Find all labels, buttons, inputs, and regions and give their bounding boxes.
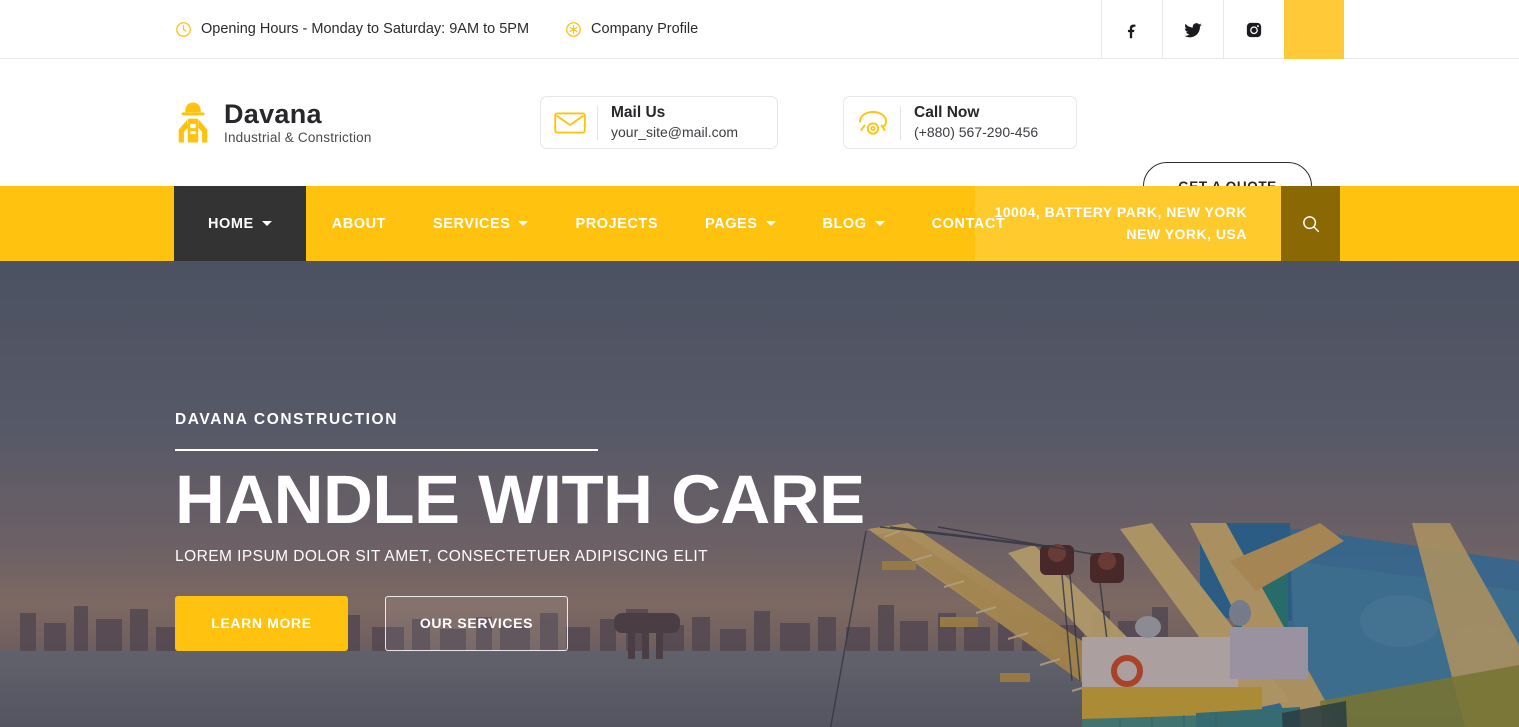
main-navigation: HOME ABOUT SERVICES PROJECTS PAGES BLOG … <box>0 186 1519 261</box>
envelope-glyph <box>554 111 586 134</box>
nav-label: ABOUT <box>331 215 387 232</box>
topbar-accent-block <box>1284 0 1344 59</box>
nav-item-pages[interactable]: PAGES <box>705 186 776 261</box>
divider <box>597 105 598 140</box>
divider <box>900 105 901 140</box>
nav-items: HOME ABOUT SERVICES PROJECTS PAGES BLOG … <box>174 186 1052 261</box>
envelope-icon <box>549 111 591 135</box>
facebook-icon[interactable] <box>1101 0 1162 59</box>
site-header: Davana Industrial & Constriction Mail Us… <box>0 59 1519 210</box>
twitter-icon[interactable] <box>1162 0 1223 59</box>
twitter-glyph <box>1184 22 1202 37</box>
logo-name: Davana <box>224 98 322 129</box>
instagram-glyph <box>1246 22 1262 37</box>
telephone-glyph <box>859 110 887 135</box>
hero-subtitle: LOREM IPSUM DOLOR SIT AMET, CONSECTETUER… <box>175 547 709 565</box>
mail-us-box[interactable]: Mail Us your_site@mail.com <box>540 96 778 149</box>
asterisk-badge-icon <box>566 21 581 37</box>
mail-us-title: Mail Us <box>611 103 666 121</box>
nav-label: PROJECTS <box>575 215 659 232</box>
nav-item-blog[interactable]: BLOG <box>823 186 885 261</box>
our-services-button[interactable]: OUR SERVICES <box>385 595 568 651</box>
company-profile[interactable]: Company Profile <box>565 21 698 38</box>
construction-worker-icon <box>178 102 208 143</box>
hero-divider <box>175 449 598 451</box>
nav-label: HOME <box>208 215 254 232</box>
chevron-down-icon <box>765 221 776 226</box>
top-bar: Opening Hours - Monday to Saturday: 9AM … <box>0 0 1519 59</box>
chevron-down-icon <box>261 221 272 226</box>
mail-us-value: your_site@mail.com <box>611 124 739 141</box>
learn-more-button[interactable]: LEARN MORE <box>175 595 348 651</box>
search-button[interactable] <box>1281 186 1340 261</box>
hero-title: HANDLE WITH CARE <box>175 461 865 538</box>
company-profile-text: Company Profile <box>591 21 699 37</box>
social-links <box>1101 0 1344 59</box>
facebook-glyph <box>1127 24 1136 38</box>
hero-content: DAVANA CONSTRUCTION HANDLE WITH CARE LOR… <box>175 411 865 651</box>
header-address: 10004, BATTERY PARK, NEW YORK NEW YORK, … <box>975 186 1281 261</box>
chevron-down-icon <box>518 221 529 226</box>
hero-buttons: LEARN MORE OUR SERVICES <box>175 595 865 651</box>
hero-section: 415 DAVANA <box>0 261 1519 727</box>
nav-label: PAGES <box>705 215 758 232</box>
nav-item-about[interactable]: ABOUT <box>332 186 386 261</box>
instagram-icon[interactable] <box>1223 0 1284 59</box>
address-line-1: 10004, BATTERY PARK, NEW YORK <box>994 203 1247 220</box>
call-now-box[interactable]: Call Now (+880) 567-290-456 <box>843 96 1077 149</box>
nav-item-services[interactable]: SERVICES <box>433 186 529 261</box>
nav-label: BLOG <box>822 215 867 232</box>
hero-eyebrow: DAVANA CONSTRUCTION <box>175 411 398 428</box>
clock-icon <box>176 21 191 37</box>
call-now-value: (+880) 567-290-456 <box>914 124 1039 141</box>
logo-tagline: Industrial & Constriction <box>224 130 372 146</box>
logo[interactable]: Davana Industrial & Constriction <box>172 99 372 146</box>
call-now-title: Call Now <box>914 103 980 121</box>
address-line-2: NEW YORK, USA <box>1126 225 1247 242</box>
opening-hours-text: Opening Hours - Monday to Saturday: 9AM … <box>201 21 530 37</box>
nav-label: SERVICES <box>433 215 511 232</box>
nav-item-projects[interactable]: PROJECTS <box>575 186 658 261</box>
top-bar-left: Opening Hours - Monday to Saturday: 9AM … <box>175 21 698 38</box>
opening-hours: Opening Hours - Monday to Saturday: 9AM … <box>175 21 529 38</box>
telephone-icon <box>852 109 894 137</box>
search-icon <box>1302 215 1319 232</box>
nav-item-home[interactable]: HOME <box>174 186 306 261</box>
chevron-down-icon <box>874 221 885 226</box>
